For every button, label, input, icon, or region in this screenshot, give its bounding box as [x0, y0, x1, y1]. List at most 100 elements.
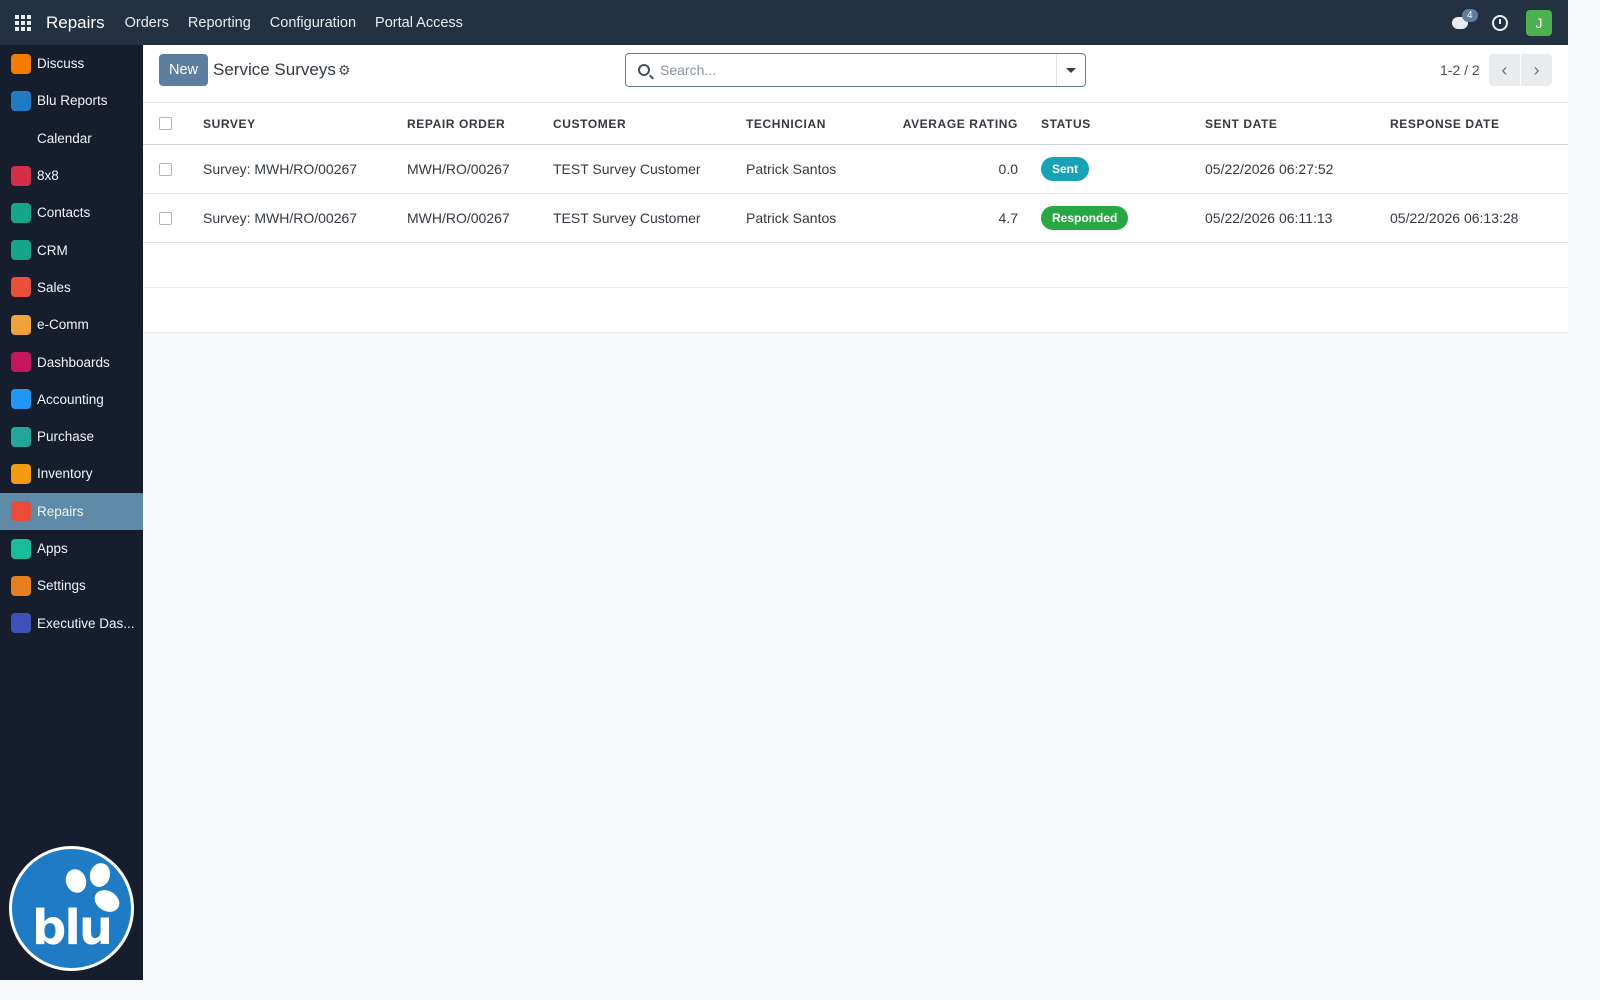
sidebar-item-apps[interactable]: Apps [0, 530, 143, 567]
cell-status: Sent [1041, 145, 1090, 193]
activity-clock-icon[interactable] [1492, 14, 1508, 31]
sidebar-item-label: Calendar [37, 130, 92, 146]
accounting-icon [11, 389, 31, 410]
sidebar-item-label: Purchase [37, 429, 95, 445]
header-repair-order[interactable]: REPAIR ORDER [407, 103, 505, 144]
messages-icon[interactable]: 4 [1452, 8, 1478, 33]
pager-next-button[interactable]: › [1521, 54, 1552, 86]
cell-response-date: 05/22/2026 06:13:28 [1390, 210, 1519, 226]
select-all-checkbox[interactable] [159, 117, 172, 130]
survey-list: SURVEY REPAIR ORDER CUSTOMER TECHNICIAN … [143, 103, 1568, 333]
top-navbar: Repairs Orders Reporting Configuration P… [0, 0, 1568, 45]
menu-configuration[interactable]: Configuration [270, 15, 356, 31]
table-row[interactable]: Survey: MWH/RO/00267 MWH/RO/00267 TEST S… [143, 145, 1568, 194]
control-panel: New Service Surveys ⚙ 1-2 / 2 ‹ › [143, 45, 1568, 103]
settings-icon [11, 575, 31, 596]
header-response-date[interactable]: RESPONSE DATE [1390, 103, 1500, 144]
header-status[interactable]: STATUS [1041, 103, 1091, 144]
sidebar-item-8x8[interactable]: 8x8 [0, 157, 143, 194]
repairs-icon [11, 501, 31, 522]
row-checkbox[interactable] [159, 211, 172, 225]
sidebar-item-label: Accounting [37, 391, 104, 407]
sidebar-item-label: Discuss [37, 56, 85, 72]
sidebar-item-calendar[interactable]: Calendar [0, 120, 143, 157]
sidebar-item-label: Apps [37, 541, 68, 556]
sidebar-item-executive-das[interactable]: Executive Das... [0, 604, 143, 641]
header-average-rating[interactable]: AVERAGE RATING [883, 103, 1018, 144]
sidebar-item-label: e-Comm [37, 317, 89, 333]
sidebar-item-label: Dashboards [37, 354, 110, 370]
executive-dashboard-icon [11, 613, 31, 634]
cell-technician: Patrick Santos [746, 210, 837, 226]
sidebar-item-blu-reports[interactable]: Blu Reports [0, 82, 143, 119]
page-title: Service Surveys [213, 60, 336, 79]
sidebar-item-discuss[interactable]: Discuss [0, 45, 143, 82]
sidebar-item-label: Settings [37, 578, 86, 594]
menu-orders[interactable]: Orders [125, 15, 169, 31]
cell-sent-date: 05/22/2026 06:27:52 [1205, 161, 1334, 177]
sidebar-item-label: 8x8 [37, 168, 59, 184]
sidebar-item-settings[interactable]: Settings [0, 567, 143, 604]
row-checkbox[interactable] [159, 162, 172, 176]
header-customer[interactable]: CUSTOMER [553, 103, 626, 144]
cell-sent-date: 05/22/2026 06:11:13 [1205, 210, 1333, 226]
status-badge: Sent [1041, 157, 1090, 181]
user-avatar[interactable]: J [1526, 9, 1552, 36]
pager-value[interactable]: 1-2 / 2 [1440, 62, 1480, 78]
cell-average-rating: 0.0 [998, 161, 1018, 177]
sidebar-item-inventory[interactable]: Inventory [0, 455, 143, 492]
empty-row [143, 243, 1568, 288]
row-select-cell [159, 145, 172, 193]
sidebar-item-purchase[interactable]: Purchase [0, 418, 143, 455]
table-header: SURVEY REPAIR ORDER CUSTOMER TECHNICIAN … [143, 103, 1568, 145]
cell-survey: Survey: MWH/RO/00267 [203, 210, 358, 226]
search-box[interactable] [625, 53, 1086, 87]
sidebar-item-crm[interactable]: CRM [0, 231, 143, 268]
pager-previous-button[interactable]: ‹ [1489, 54, 1520, 86]
search-input[interactable] [660, 54, 1050, 86]
menu-portal-access[interactable]: Portal Access [375, 15, 463, 31]
app-brand[interactable]: Repairs [46, 13, 105, 33]
cell-customer: TEST Survey Customer [553, 161, 701, 177]
cell-average-rating: 4.7 [998, 210, 1018, 226]
blu-logo: blu [9, 846, 134, 971]
empty-row [143, 288, 1568, 333]
header-survey[interactable]: SURVEY [203, 103, 256, 144]
dashboards-icon [11, 352, 31, 373]
new-button[interactable]: New [159, 54, 208, 86]
sidebar-item-dashboards[interactable]: Dashboards [0, 343, 143, 380]
app-sidebar: Discuss Blu Reports Calendar 8x8 Contacts CRM… [0, 45, 143, 980]
sidebar-item-label: Contacts [37, 205, 91, 221]
search-icon [638, 64, 650, 76]
sidebar-item-label: Repairs [37, 503, 84, 519]
sidebar-item-sales[interactable]: Sales [0, 269, 143, 306]
sidebar-list: Discuss Blu Reports Calendar 8x8 Contacts CRM… [0, 45, 143, 642]
header-technician[interactable]: TECHNICIAN [746, 103, 826, 144]
cell-customer: TEST Survey Customer [553, 210, 701, 226]
sidebar-item-label: Inventory [37, 466, 93, 482]
cell-repair-order: MWH/RO/00267 [407, 210, 510, 226]
gear-icon[interactable]: ⚙ [338, 63, 352, 77]
header-sent-date[interactable]: SENT DATE [1205, 103, 1278, 144]
crm-icon [11, 240, 31, 261]
cell-repair-order: MWH/RO/00267 [407, 161, 510, 177]
menu-reporting[interactable]: Reporting [188, 15, 251, 31]
calendar-icon [11, 128, 31, 149]
blu-reports-icon [11, 90, 31, 111]
caret-down-icon [1066, 67, 1076, 73]
select-all-cell [159, 103, 172, 144]
app-menu-grid-icon[interactable] [0, 0, 46, 45]
inventory-icon [11, 463, 31, 484]
search-options-toggle[interactable] [1056, 54, 1085, 86]
status-badge: Responded [1041, 206, 1129, 230]
cell-status: Responded [1041, 194, 1129, 242]
sidebar-item-repairs[interactable]: Repairs [0, 492, 143, 530]
discuss-icon [11, 53, 31, 74]
sidebar-item-label: Blu Reports [37, 93, 108, 109]
sidebar-item-label: Sales [37, 279, 71, 295]
sidebar-item-e-comm[interactable]: e-Comm [0, 306, 143, 343]
sidebar-item-contacts[interactable]: Contacts [0, 194, 143, 231]
table-row[interactable]: Survey: MWH/RO/00267 MWH/RO/00267 TEST S… [143, 194, 1568, 243]
contacts-icon [11, 202, 31, 223]
sidebar-item-accounting[interactable]: Accounting [0, 381, 143, 418]
